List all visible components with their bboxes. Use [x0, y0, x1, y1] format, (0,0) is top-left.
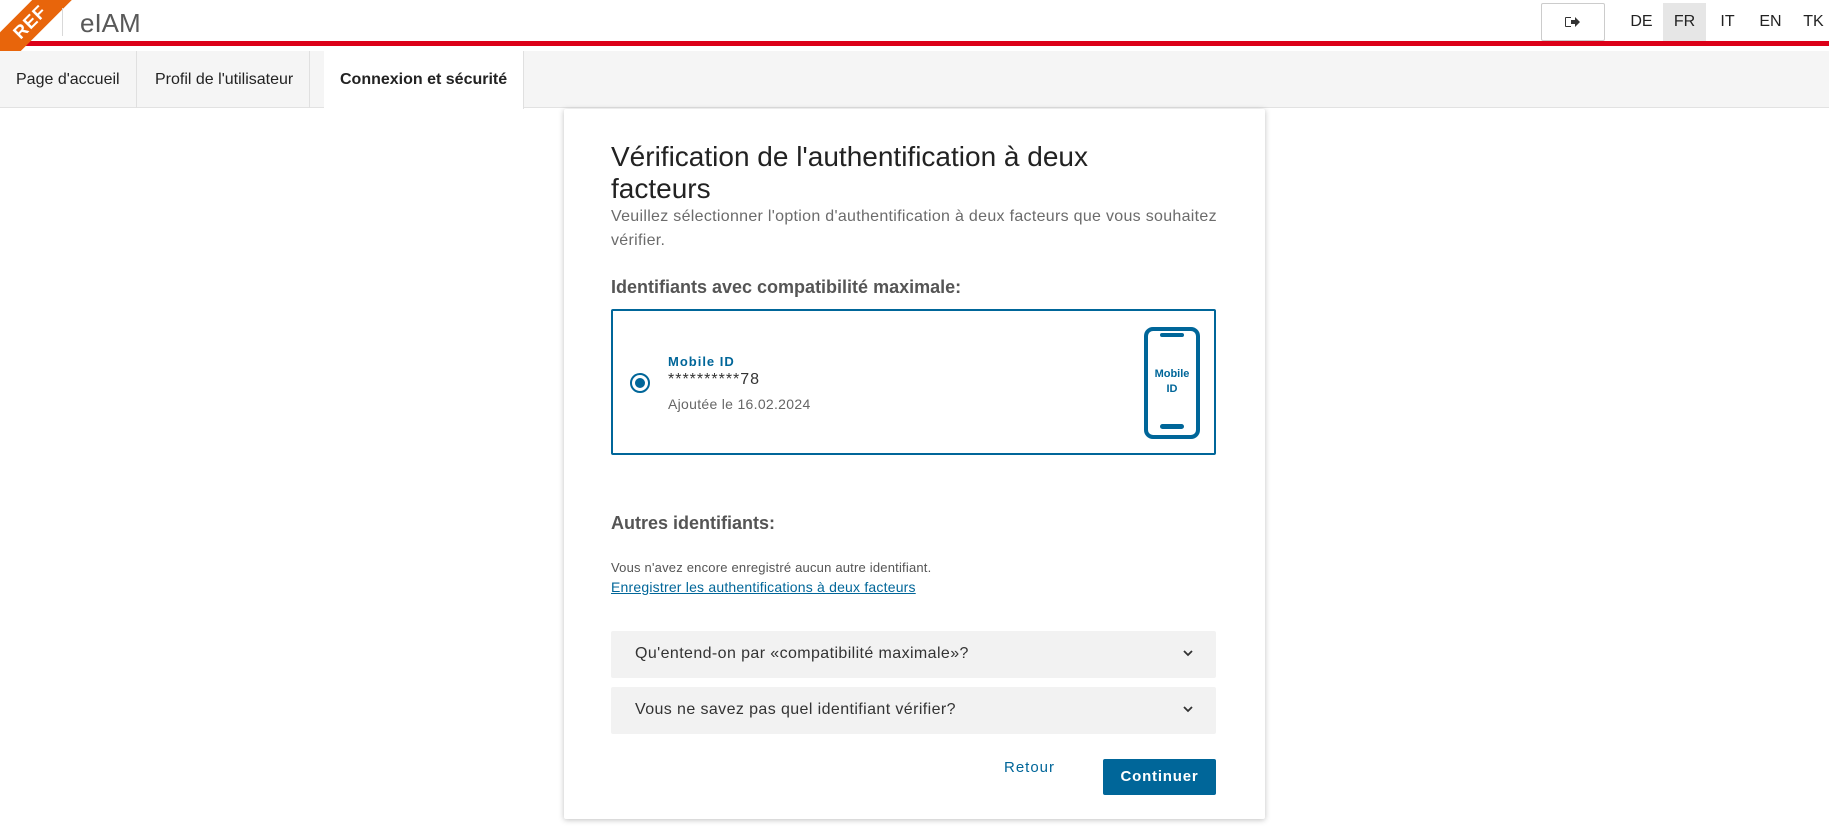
continue-button[interactable]: Continuer — [1103, 759, 1216, 795]
language-switcher: DE FR IT EN TK — [1620, 3, 1829, 41]
accordion-max-compat[interactable]: Qu'entend-on par «compatibilité maximale… — [611, 631, 1216, 678]
verification-card: Vérification de l'authentification à deu… — [564, 109, 1265, 819]
chevron-down-icon — [1183, 650, 1193, 657]
main-tabs: Page d'accueil Profil de l'utilisateur C… — [0, 51, 1829, 109]
accordion-which-identifier[interactable]: Vous ne savez pas quel identifiant vérif… — [611, 687, 1216, 734]
top-header: REF eIAM DE FR IT EN TK — [0, 0, 1829, 75]
logout-button[interactable] — [1541, 3, 1605, 41]
lang-it[interactable]: IT — [1706, 3, 1749, 41]
lang-en[interactable]: EN — [1749, 3, 1792, 41]
accordion-label: Qu'entend-on par «compatibilité maximale… — [635, 645, 969, 662]
app-title[interactable]: eIAM — [80, 8, 141, 39]
lang-fr[interactable]: FR — [1663, 3, 1706, 41]
option-label: Mobile ID — [668, 354, 735, 369]
tab-login-security[interactable]: Connexion et sécurité — [324, 51, 525, 109]
accordion-label: Vous ne savez pas quel identifiant vérif… — [635, 701, 956, 718]
chevron-down-icon — [1183, 706, 1193, 713]
sign-out-icon — [1565, 17, 1580, 27]
tab-user-profile[interactable]: Profil de l'utilisateur — [139, 51, 311, 108]
tab-home[interactable]: Page d'accueil — [0, 51, 137, 108]
lang-de[interactable]: DE — [1620, 3, 1663, 41]
other-identifiers-heading: Autres identifiants: — [611, 513, 776, 533]
phone-label: Mobile ID — [1154, 368, 1190, 395]
option-phone-number: **********78 — [668, 371, 761, 388]
phone-notch — [1160, 333, 1184, 337]
page-title: Vérification de l'authentification à deu… — [611, 141, 1088, 204]
back-button[interactable]: Retour — [1004, 759, 1055, 776]
radio-button-selected[interactable] — [630, 373, 650, 393]
option-added-date: Ajoutée le 16.02.2024 — [668, 396, 811, 412]
mobile-id-option[interactable]: Mobile ID **********78 Ajoutée le 16.02.… — [611, 309, 1216, 455]
max-compat-heading: Identifiants avec compatibilité maximale… — [611, 277, 962, 297]
phone-home-bar — [1160, 424, 1184, 429]
logo-separator — [62, 8, 63, 36]
lang-tk[interactable]: TK — [1792, 3, 1829, 41]
page-subtitle: Veuillez sélectionner l'option d'authent… — [611, 208, 1217, 249]
mobile-phone-icon: Mobile ID — [1144, 327, 1200, 439]
no-identifiers-text: Vous n'avez encore enregistré aucun autr… — [611, 560, 932, 575]
register-2fa-link[interactable]: Enregistrer les authentifications à deux… — [611, 579, 916, 595]
